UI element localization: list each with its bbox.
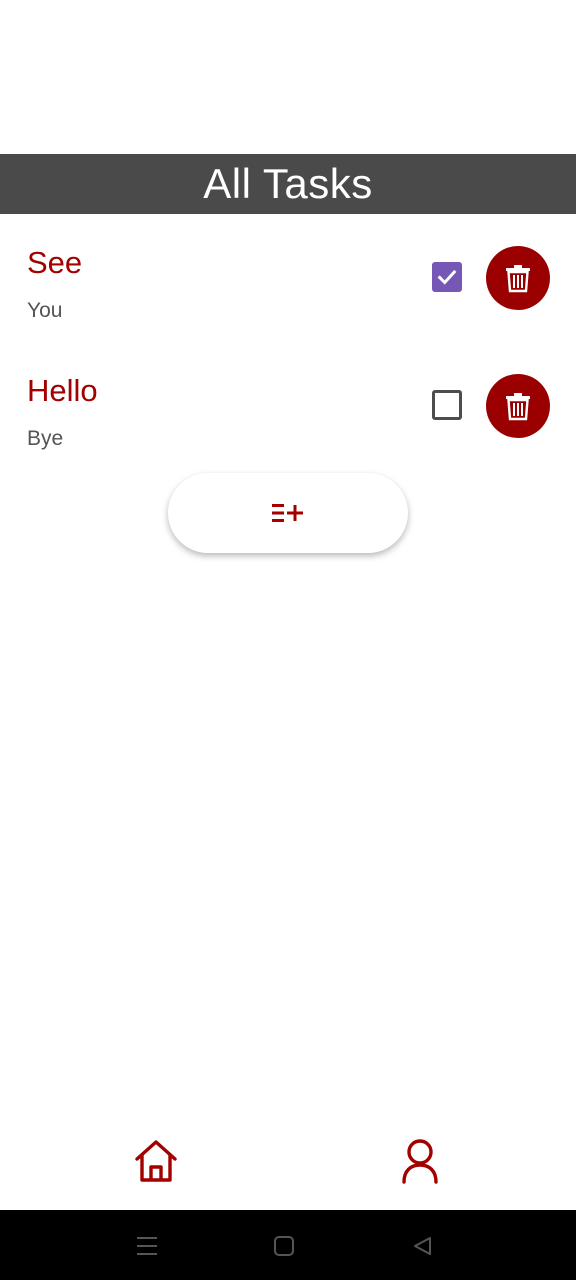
system-menu-button[interactable] [133, 1232, 161, 1260]
bottom-navigation [0, 1112, 576, 1210]
back-triangle-icon [414, 1237, 431, 1255]
system-back-button[interactable] [408, 1232, 436, 1260]
playlist-add-icon [272, 504, 303, 522]
delete-task-button[interactable] [486, 374, 550, 438]
nav-profile-button[interactable] [395, 1136, 445, 1186]
check-icon [437, 269, 457, 285]
menu-icon [137, 1237, 157, 1255]
person-icon [402, 1139, 438, 1184]
nav-home-button[interactable] [131, 1136, 181, 1186]
page-title: All Tasks [203, 160, 373, 207]
task-checkbox[interactable] [432, 262, 462, 292]
task-title: See [27, 245, 83, 280]
task-checkbox[interactable] [432, 390, 462, 420]
system-navigation-bar [0, 1210, 576, 1280]
task-item: See You [0, 245, 576, 355]
trash-icon [506, 265, 530, 293]
system-home-button[interactable] [270, 1232, 298, 1260]
task-description: You [27, 299, 63, 322]
add-task-button[interactable] [168, 473, 408, 553]
task-description: Bye [27, 427, 64, 450]
trash-icon [506, 393, 530, 421]
home-icon [135, 1140, 177, 1182]
square-icon [274, 1236, 294, 1256]
task-item: Hello Bye [0, 373, 576, 483]
task-title: Hello [27, 373, 98, 408]
delete-task-button[interactable] [486, 246, 550, 310]
page-header: All Tasks [0, 154, 576, 214]
